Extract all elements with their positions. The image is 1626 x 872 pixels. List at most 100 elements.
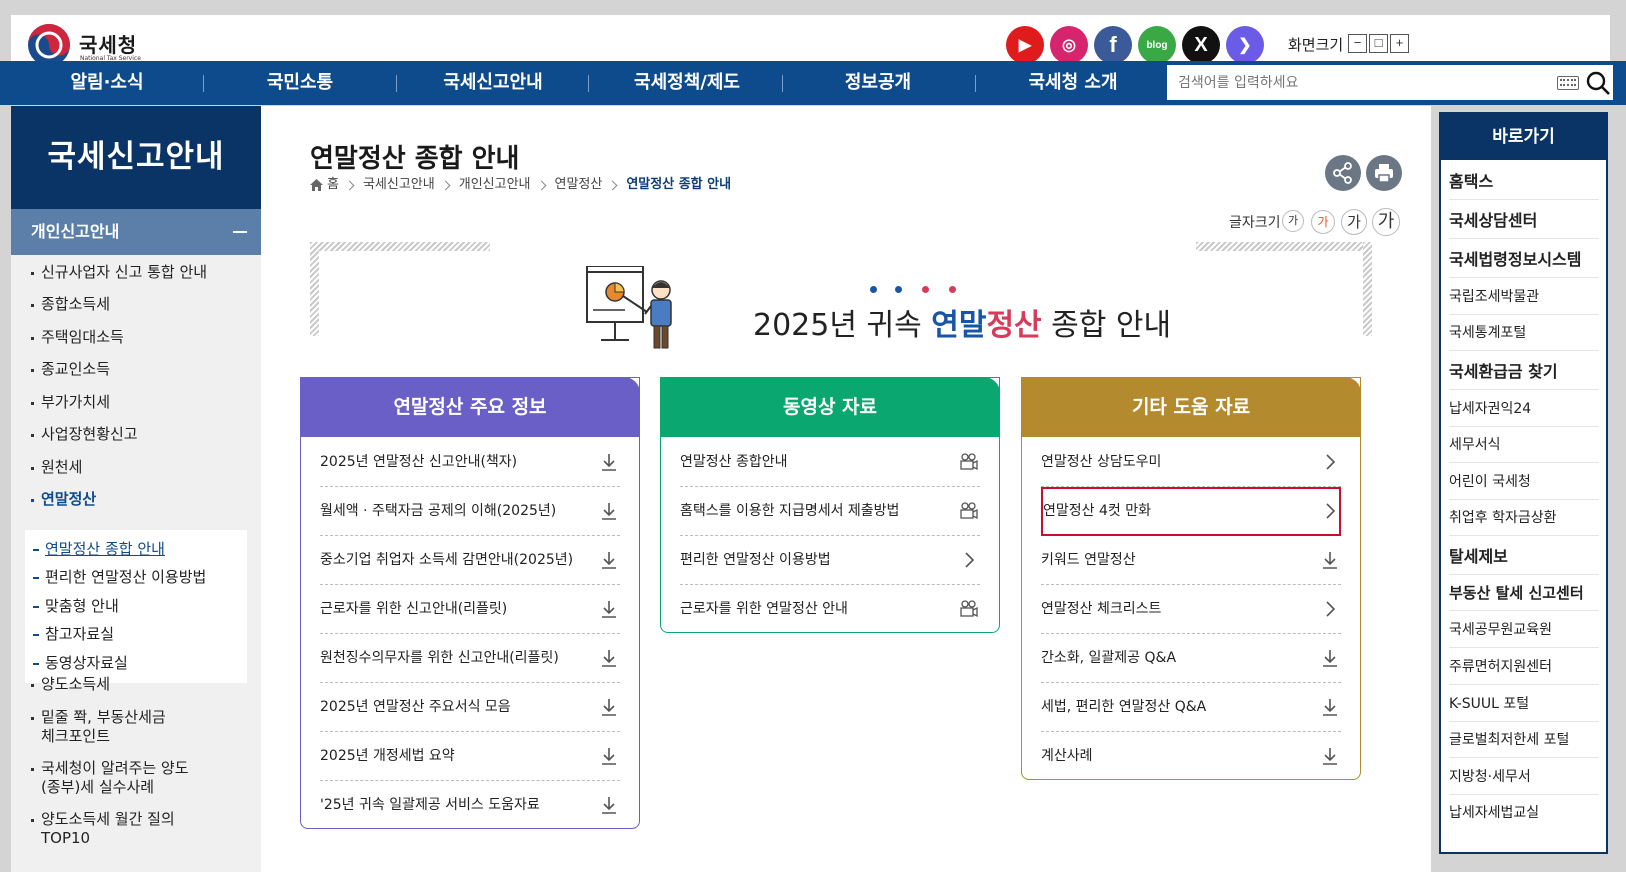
quick-link-training[interactable]: 국세공무원교육원 xyxy=(1449,612,1599,648)
nav-tax-filing[interactable]: 국세신고안내 xyxy=(423,61,563,105)
quick-link-museum[interactable]: 국립조세박물관 xyxy=(1449,279,1599,315)
search-input[interactable] xyxy=(1168,66,1548,99)
quick-link-hometax[interactable]: 홈택스 xyxy=(1449,164,1599,200)
zoom-in-button[interactable]: + xyxy=(1390,34,1409,53)
font-size-smallest[interactable]: 가 xyxy=(1282,210,1304,232)
sidebar-item-income-tax[interactable]: 종합소득세 xyxy=(29,295,110,314)
list-item[interactable]: 연말정산 상담도우미 xyxy=(1041,438,1341,487)
sidebar-item-realestate-checkpoint[interactable]: 밑줄 쫙, 부동산세금 체크포인트 xyxy=(29,708,166,746)
sidebar-item-mistake-cases[interactable]: 국세청이 알려주는 양도 (종부)세 실수사례 xyxy=(29,759,189,797)
blog-icon[interactable]: blog xyxy=(1138,26,1176,64)
quick-link-forms[interactable]: 세무서식 xyxy=(1449,427,1599,463)
sidebar-item-vat[interactable]: 부가가치세 xyxy=(29,393,110,412)
font-size-largest[interactable]: 가 xyxy=(1372,208,1400,236)
list-item[interactable]: 편리한 연말정산 이용방법 xyxy=(680,536,980,585)
sidebar-item-year-end[interactable]: 연말정산 xyxy=(29,490,96,509)
youtube-icon[interactable]: ▶ xyxy=(1006,26,1044,64)
list-item[interactable]: 근로자를 위한 신고안내(리플릿) xyxy=(320,585,620,634)
submenu-references[interactable]: 참고자료실 xyxy=(33,625,114,644)
download-icon xyxy=(1323,699,1337,716)
submenu-custom[interactable]: 맞춤형 안내 xyxy=(33,597,119,616)
breadcrumb-item[interactable]: 개인신고안내 xyxy=(459,176,531,194)
nav-about[interactable]: 국세청 소개 xyxy=(1003,61,1143,105)
list-item[interactable]: 2025년 연말정산 신고안내(책자) xyxy=(320,438,620,487)
list-item[interactable]: 세법, 편리한 연말정산 Q&A xyxy=(1041,683,1341,732)
quick-link-ksuul[interactable]: K-SUUL 포털 xyxy=(1449,686,1599,722)
sidebar-item-transfer-tax[interactable]: 양도소득세 xyxy=(29,675,110,694)
list-item[interactable]: 2025년 개정세법 요약 xyxy=(320,732,620,781)
sidebar-item-religious-income[interactable]: 종교인소득 xyxy=(29,360,110,379)
quick-link-tax-class[interactable]: 납세자세법교실 xyxy=(1449,795,1599,831)
x-icon[interactable]: X xyxy=(1182,26,1220,64)
list-item[interactable]: 연말정산 종합안내 xyxy=(680,438,980,487)
quick-link-tax-consult[interactable]: 국세상담센터 xyxy=(1449,203,1599,239)
x-glyph: X xyxy=(1194,33,1208,56)
sidebar-item-rental-income[interactable]: 주택임대소득 xyxy=(29,328,124,347)
nav-notice[interactable]: 알림·소식 xyxy=(47,61,167,105)
sidebar-item-top10[interactable]: 양도소득세 월간 질의 TOP10 xyxy=(29,810,175,848)
nav-divider xyxy=(396,75,397,92)
sidebar-item-withholding[interactable]: 원천세 xyxy=(29,458,82,477)
header-inner: 국세청 National Tax Service ▶ ◎ f blog X ❯ … xyxy=(11,15,1610,66)
nav-tax-policy[interactable]: 국세정책/제도 xyxy=(612,61,762,105)
list-item[interactable]: 원천징수의무자를 위한 신고안내(리플릿) xyxy=(320,634,620,683)
list-item[interactable]: 키워드 연말정산 xyxy=(1041,536,1341,585)
submenu-overview[interactable]: 연말정산 종합 안내 xyxy=(33,540,165,559)
font-size-default[interactable]: 가 xyxy=(1311,210,1335,234)
list-item[interactable]: 계산사례 xyxy=(1041,732,1341,781)
video-camera-icon xyxy=(960,453,978,471)
sidebar-section-personal[interactable]: 개인신고안내 xyxy=(11,209,261,255)
download-icon xyxy=(1323,552,1337,569)
search-icon[interactable] xyxy=(1586,71,1610,95)
top-header: 국세청 National Tax Service ▶ ◎ f blog X ❯ … xyxy=(0,0,1626,66)
breadcrumb-item[interactable]: 연말정산 xyxy=(555,176,603,194)
instagram-icon[interactable]: ◎ xyxy=(1050,26,1088,64)
list-item[interactable]: 중소기업 취업자 소득세 감면안내(2025년) xyxy=(320,536,620,585)
zoom-reset-button[interactable]: □ xyxy=(1369,34,1388,53)
list-item[interactable]: 근로자를 위한 연말정산 안내 xyxy=(680,585,980,634)
nav-communication[interactable]: 국민소통 xyxy=(240,61,360,105)
keyboard-icon[interactable] xyxy=(1557,76,1579,90)
kakao-icon[interactable]: ❯ xyxy=(1226,26,1264,64)
quick-link-statistics[interactable]: 국세통계포털 xyxy=(1449,315,1599,351)
print-button[interactable] xyxy=(1366,155,1402,191)
quick-link-liquor[interactable]: 주류면허지원센터 xyxy=(1449,649,1599,685)
quick-link-regional-offices[interactable]: 지방청·세무서 xyxy=(1449,759,1599,795)
banner-pattern xyxy=(310,242,490,251)
download-icon xyxy=(602,454,616,471)
quick-link-global-min-tax[interactable]: 글로벌최저한세 포털 xyxy=(1449,722,1599,758)
download-icon xyxy=(602,601,616,618)
breadcrumb-home[interactable]: 홈 xyxy=(327,176,339,194)
share-button[interactable] xyxy=(1325,155,1361,191)
nav-divider xyxy=(975,75,976,92)
quick-link-realestate-report[interactable]: 부동산 탈세 신고센터 xyxy=(1449,575,1599,611)
font-size-large[interactable]: 가 xyxy=(1341,209,1367,235)
list-item[interactable]: 연말정산 체크리스트 xyxy=(1041,585,1341,634)
quick-link-tax-law[interactable]: 국세법령정보시스템 xyxy=(1449,242,1599,278)
list-item[interactable]: 간소화, 일괄제공 Q&A xyxy=(1041,634,1341,683)
submenu-videos[interactable]: 동영상자료실 xyxy=(33,654,128,673)
banner-pattern xyxy=(1363,242,1372,336)
quick-link-tax-evasion-report[interactable]: 탈세제보 xyxy=(1449,539,1599,575)
sidebar-item-business-report[interactable]: 사업장현황신고 xyxy=(29,425,138,444)
kakao-glyph: ❯ xyxy=(1238,37,1252,54)
nav-info-disclosure[interactable]: 정보공개 xyxy=(818,61,938,105)
facebook-icon[interactable]: f xyxy=(1094,26,1132,64)
list-item[interactable]: 홈택스를 이용한 지급명세서 제출방법 xyxy=(680,487,980,536)
list-item[interactable]: 2025년 연말정산 주요서식 모음 xyxy=(320,683,620,732)
submenu-convenient[interactable]: 편리한 연말정산 이용방법 xyxy=(33,568,206,587)
item-label: 2025년 연말정산 주요서식 모음 xyxy=(320,699,511,715)
list-item-highlighted[interactable]: 연말정산 4컷 만화 xyxy=(1041,487,1341,536)
list-item[interactable]: '25년 귀속 일괄제공 서비스 도움자료 xyxy=(320,781,620,830)
card-other-resources: 기타 도움 자료 연말정산 상담도우미 연말정산 4컷 만화 키워드 연말정산 … xyxy=(1021,377,1361,780)
quick-link-kids[interactable]: 어린이 국세청 xyxy=(1449,464,1599,500)
quick-link-refund[interactable]: 국세환급금 찾기 xyxy=(1449,354,1599,390)
quick-link-student-loan[interactable]: 취업후 학자금상환 xyxy=(1449,500,1599,536)
sidebar-item-new-business[interactable]: 신규사업자 신고 통합 안내 xyxy=(29,263,207,282)
accent-dot xyxy=(922,286,929,293)
home-icon[interactable] xyxy=(310,179,323,191)
breadcrumb-item[interactable]: 국세신고안내 xyxy=(363,176,435,194)
quick-link-rights24[interactable]: 납세자권익24 xyxy=(1449,391,1599,427)
list-item[interactable]: 월세액 · 주택자금 공제의 이해(2025년) xyxy=(320,487,620,536)
zoom-out-button[interactable]: − xyxy=(1348,34,1367,53)
